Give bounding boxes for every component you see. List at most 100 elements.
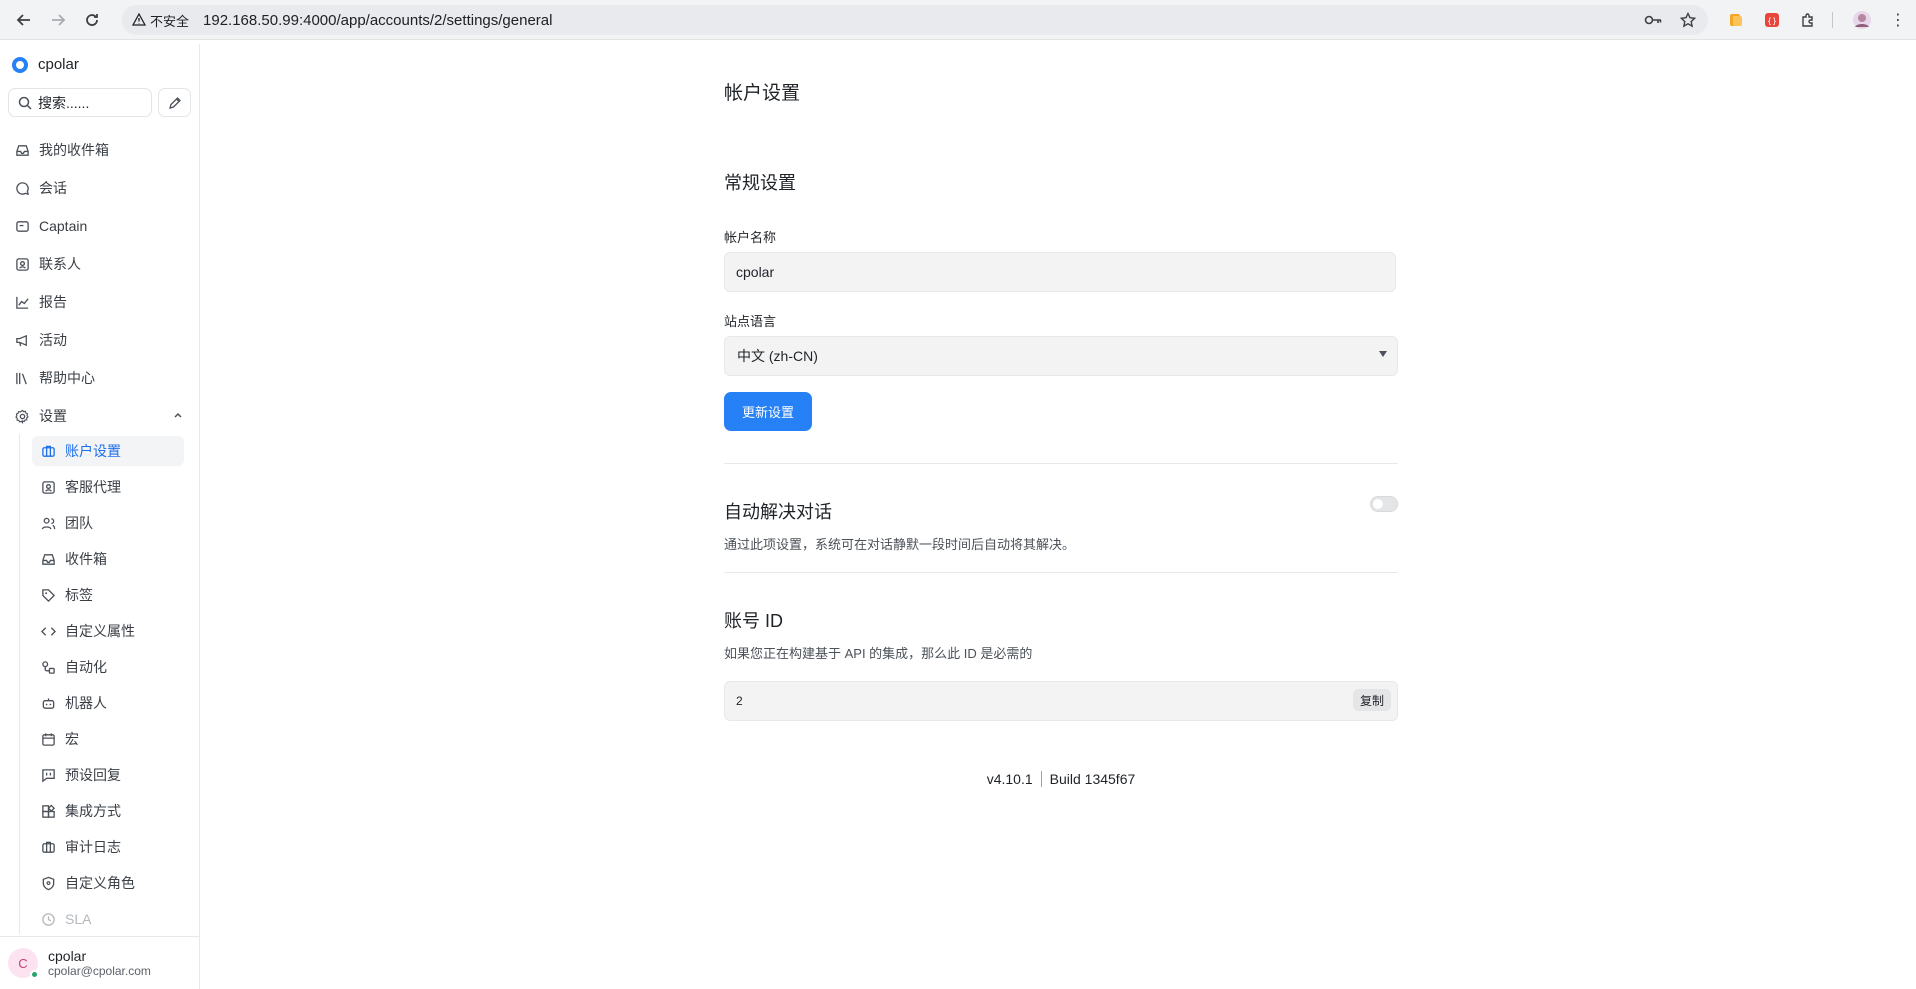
- extension-json-icon[interactable]: {}: [1762, 10, 1782, 30]
- pencil-icon: [168, 96, 181, 109]
- account-id-title: 账号 ID: [724, 611, 784, 631]
- site-language-value: 中文 (zh-CN): [737, 348, 818, 364]
- sidebar-item-captain[interactable]: Captain: [14, 215, 87, 237]
- version-number: v4.10.1: [986, 771, 1033, 787]
- sidebar-item-conversations[interactable]: 会话: [14, 177, 67, 199]
- back-button[interactable]: [10, 6, 38, 34]
- sidebar-item-label: SLA: [65, 911, 92, 927]
- sidebar-item-labels[interactable]: 标签: [32, 580, 184, 610]
- sidebar-item-macros[interactable]: 宏: [32, 724, 184, 754]
- page-title: 帐户设置: [724, 83, 801, 104]
- chat-bubble-icon: [14, 180, 30, 196]
- chart-line-icon: [14, 294, 30, 310]
- sidebar-item-label: 我的收件箱: [39, 142, 109, 158]
- sidebar-item-label: 审计日志: [65, 839, 121, 855]
- user-email: cpolar@cpolar.com: [48, 964, 151, 978]
- compose-button[interactable]: [158, 88, 191, 117]
- reload-icon: [86, 13, 98, 26]
- sidebar-item-custom-attributes[interactable]: 自定义属性: [32, 616, 184, 646]
- sidebar-item-teams[interactable]: 团队: [32, 508, 184, 538]
- version-separator: [1040, 771, 1042, 787]
- sidebar-item-audit-logs[interactable]: 审计日志: [32, 832, 184, 862]
- tag-icon: [40, 587, 56, 603]
- sidebar-item-campaigns[interactable]: 活动: [14, 329, 67, 351]
- section-divider: [724, 463, 1398, 464]
- chevron-up-icon[interactable]: [173, 409, 183, 423]
- sidebar-item-settings[interactable]: 设置: [14, 405, 67, 427]
- sidebar-item-custom-roles[interactable]: 自定义角色: [32, 868, 184, 898]
- shield-icon: [40, 875, 56, 891]
- insecure-label: 不安全: [150, 13, 190, 29]
- sidebar-item-inboxes[interactable]: 收件箱: [32, 544, 184, 574]
- auto-resolve-title: 自动解决对话: [724, 502, 832, 522]
- sidebar-item-label: 联系人: [39, 256, 81, 272]
- sidebar-item-label: 自动化: [65, 659, 107, 675]
- star-icon[interactable]: [1680, 12, 1696, 28]
- address-bar[interactable]: 不安全 192.168.50.99:4000/app/accounts/2/se…: [122, 5, 1708, 35]
- account-name-input[interactable]: cpolar: [724, 252, 1396, 292]
- update-settings-button[interactable]: 更新设置: [724, 392, 812, 431]
- sidebar-item-label: 集成方式: [65, 803, 121, 819]
- sidebar-item-bots[interactable]: 机器人: [32, 688, 184, 718]
- avatar: C: [8, 948, 39, 979]
- sidebar-item-label: 客服代理: [65, 479, 121, 495]
- brand[interactable]: cpolar: [12, 56, 79, 73]
- gear-icon: [14, 408, 30, 424]
- avatar-initial: C: [18, 955, 28, 971]
- key-icon[interactable]: [1644, 14, 1662, 26]
- sidebar-item-integrations[interactable]: 集成方式: [32, 796, 184, 826]
- account-name-value: cpolar: [736, 264, 775, 280]
- security-indicator[interactable]: 不安全: [132, 11, 199, 30]
- section-divider: [724, 572, 1398, 573]
- sidebar-item-label: 团队: [65, 515, 93, 531]
- sidebar-item-label: 收件箱: [65, 551, 107, 567]
- sidebar-item-label: 会话: [39, 180, 67, 196]
- auto-resolve-description: 通过此项设置，系统可在对话静默一段时间后自动将其解决。: [724, 537, 1076, 552]
- brand-logo-icon: [12, 56, 28, 73]
- browser-menu-icon[interactable]: ⋮: [1888, 10, 1908, 30]
- version-info: v4.10.1 Build 1345f67: [724, 771, 1398, 787]
- reload-button[interactable]: [78, 6, 106, 34]
- account-id-field: 2 复制: [724, 681, 1398, 721]
- library-icon: [14, 370, 30, 386]
- user-name: cpolar: [48, 948, 87, 964]
- sidebar-item-label: 宏: [65, 731, 79, 747]
- sidebar-item-label: 机器人: [65, 695, 107, 711]
- audit-icon: [40, 839, 56, 855]
- forward-button[interactable]: [44, 6, 72, 34]
- profile-avatar-icon[interactable]: [1852, 10, 1872, 30]
- arrow-right-icon: [52, 13, 66, 26]
- canned-reply-icon: [40, 767, 56, 783]
- sidebar-item-reports[interactable]: 报告: [14, 291, 67, 313]
- sidebar-item-label: 账户设置: [65, 443, 121, 459]
- sidebar-item-sla[interactable]: SLA: [32, 904, 184, 934]
- sidebar-item-inbox[interactable]: 我的收件箱: [14, 139, 109, 161]
- user-profile[interactable]: C cpolar cpolar@cpolar.com: [0, 936, 199, 989]
- site-language-select[interactable]: 中文 (zh-CN): [724, 336, 1398, 376]
- sidebar-item-account-settings[interactable]: 账户设置: [32, 436, 184, 466]
- browser-toolbar: 不安全 192.168.50.99:4000/app/accounts/2/se…: [0, 0, 1916, 40]
- online-status-dot: [30, 970, 39, 979]
- sidebar-item-label: 预设回复: [65, 767, 121, 783]
- sidebar-item-canned-responses[interactable]: 预设回复: [32, 760, 184, 790]
- search-input[interactable]: 搜索......: [8, 88, 152, 117]
- inbox-icon: [14, 142, 30, 158]
- auto-resolve-toggle[interactable]: [1370, 496, 1398, 512]
- sidebar-item-help-center[interactable]: 帮助中心: [14, 367, 95, 389]
- copy-button[interactable]: 复制: [1352, 689, 1391, 711]
- search-placeholder: 搜索......: [38, 94, 90, 111]
- arrow-left-icon: [16, 13, 30, 26]
- toolbar-divider: [1832, 12, 1833, 28]
- sidebar-item-contacts[interactable]: 联系人: [14, 253, 81, 275]
- inbox-icon: [40, 551, 56, 567]
- site-language-label: 站点语言: [724, 314, 777, 329]
- sidebar-item-agents[interactable]: 客服代理: [32, 472, 184, 502]
- general-settings-title: 常规设置: [724, 173, 796, 193]
- briefcase-icon: [40, 443, 56, 459]
- sidebar-item-automation[interactable]: 自动化: [32, 652, 184, 682]
- extension-notes-icon[interactable]: [1726, 10, 1746, 30]
- megaphone-icon: [14, 332, 30, 348]
- code-icon: [40, 623, 56, 639]
- build-number: Build 1345f67: [1049, 771, 1136, 787]
- extensions-puzzle-icon[interactable]: [1798, 10, 1818, 30]
